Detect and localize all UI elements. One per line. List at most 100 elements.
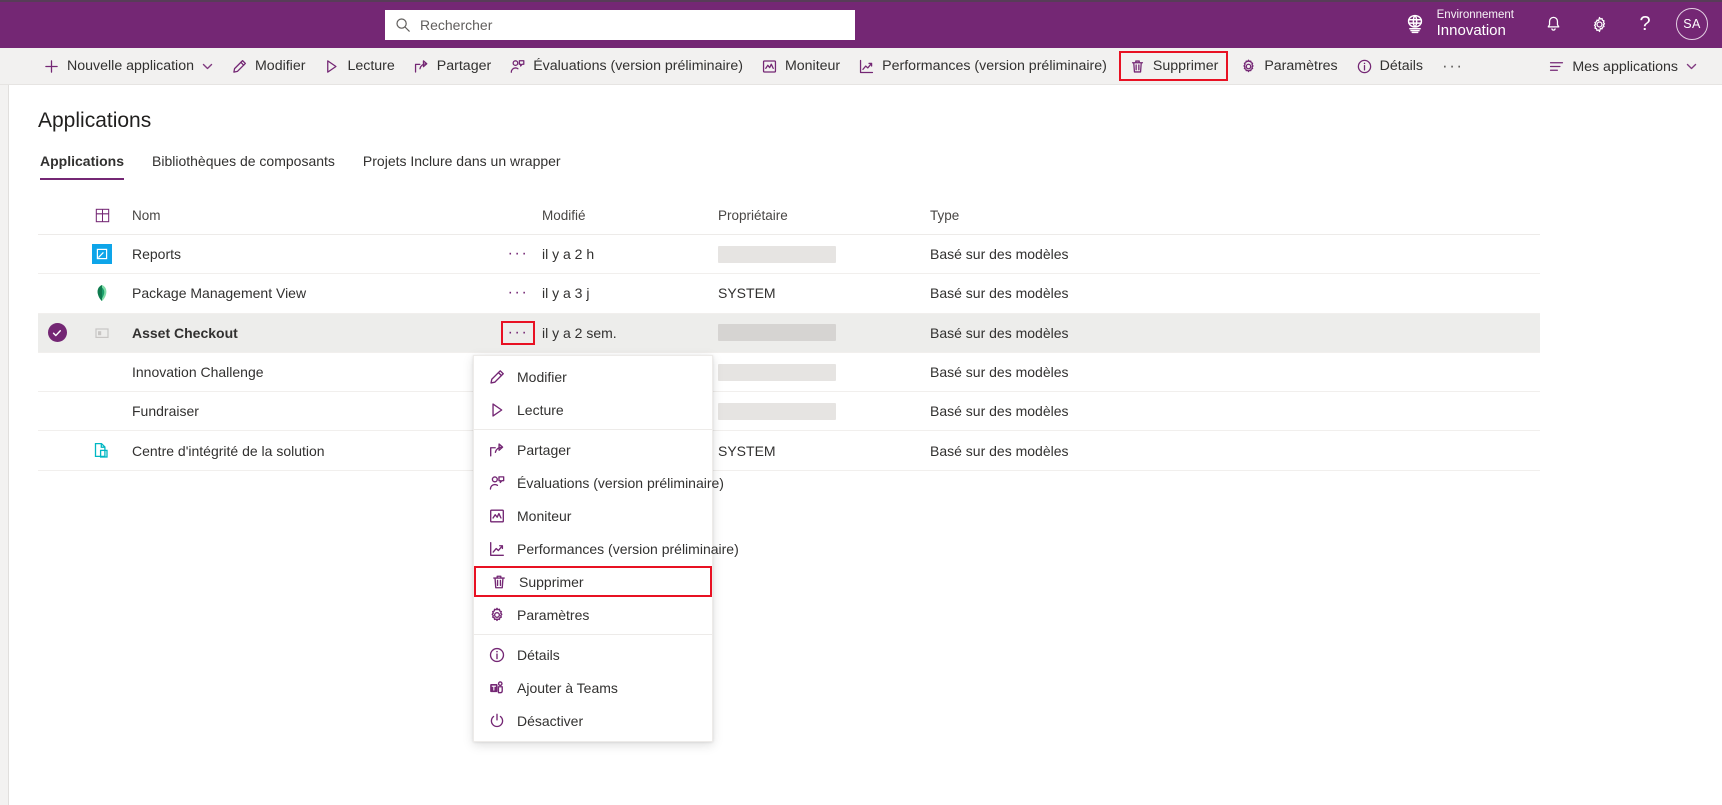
command-nouvelle-application[interactable]: Nouvelle application: [34, 48, 222, 85]
chevron-down-icon: [202, 63, 213, 69]
table-row[interactable]: Centre d'intégrité de la solution SYSTEM…: [38, 431, 1540, 471]
search-input[interactable]: [420, 10, 845, 40]
row-name[interactable]: Package Management View: [128, 285, 494, 301]
owner-redacted-block: [718, 324, 836, 342]
avatar[interactable]: SA: [1676, 8, 1708, 40]
row-name[interactable]: Fundraiser: [128, 403, 494, 419]
command-mes-applications[interactable]: Mes applications: [1539, 48, 1706, 85]
row-owner: [718, 402, 930, 420]
column-header-nom[interactable]: Nom: [128, 208, 494, 223]
trend-chart-icon: [860, 59, 874, 73]
context-menu-item-supprimer[interactable]: Supprimer: [474, 566, 712, 597]
row-type: Basé sur des modèles: [930, 285, 1069, 302]
context-menu-label: Paramètres: [517, 606, 590, 623]
command-modifier[interactable]: Modifier: [222, 48, 314, 85]
gear-icon: [1593, 16, 1605, 32]
context-menu-label: Détails: [517, 646, 560, 663]
app-outline-icon: [95, 328, 109, 338]
context-menu-item-desactiver[interactable]: Désactiver: [474, 704, 712, 737]
command-bar-right: Mes applications: [1539, 48, 1706, 85]
tab-label: Applications: [40, 153, 125, 169]
row-type: Basé sur des modèles: [930, 442, 1069, 459]
info-icon: [1357, 59, 1371, 73]
question-mark-icon: ?: [1639, 13, 1651, 35]
environment-switcher[interactable]: Environnement Innovation: [1404, 0, 1514, 48]
share-icon: [414, 59, 428, 73]
context-menu-item-performances[interactable]: Performances (version préliminaire): [474, 532, 739, 565]
more-actions-highlight-box[interactable]: ···: [501, 320, 535, 345]
environment-label: Environnement: [1436, 8, 1514, 21]
tab-label: Projets Inclure dans un wrapper: [362, 153, 561, 169]
app-doc-copy-icon: [94, 442, 108, 458]
table-row[interactable]: Reports ··· il y a 2 h Basé sur des modè…: [38, 235, 1540, 275]
teams-icon: [490, 680, 503, 693]
command-supprimer[interactable]: Supprimer: [1118, 51, 1229, 81]
tab-projets-inclure-dans-un-wrapper[interactable]: Projets Inclure dans un wrapper: [349, 153, 575, 180]
row-owner: [718, 363, 930, 381]
notifications-button[interactable]: [1530, 0, 1576, 48]
row-type: Basé sur des modèles: [930, 403, 1069, 420]
pencil-icon: [233, 59, 246, 73]
command-parametres[interactable]: Paramètres: [1231, 48, 1346, 85]
info-icon: [489, 647, 505, 662]
command-partager[interactable]: Partager: [404, 48, 500, 85]
context-menu-item-partager[interactable]: Partager: [474, 433, 712, 466]
app-green-leaf-icon: [97, 285, 107, 302]
column-header-type[interactable]: Type: [930, 208, 1230, 223]
tab-bibliotheques-de-composants[interactable]: Bibliothèques de composants: [138, 153, 349, 180]
app-blue-icon: [92, 244, 112, 265]
table-row[interactable]: Fundraiser Basé sur des modèles: [38, 392, 1540, 432]
command-lecture[interactable]: Lecture: [314, 48, 403, 85]
command-moniteur[interactable]: Moniteur: [752, 48, 849, 85]
context-menu-item-modifier[interactable]: Modifier: [474, 360, 712, 393]
row-name[interactable]: Innovation Challenge: [128, 364, 494, 380]
search-icon: [396, 18, 410, 32]
owner-redacted-block: [718, 363, 836, 381]
row-more-actions-button-active[interactable]: ···: [494, 320, 542, 345]
grid-columns-icon: [95, 208, 109, 223]
global-search[interactable]: [385, 10, 855, 40]
context-menu-item-lecture[interactable]: Lecture: [474, 393, 712, 426]
row-name[interactable]: Centre d'intégrité de la solution: [128, 443, 494, 459]
avatar-initials: SA: [1683, 17, 1701, 31]
column-header-proprietaire[interactable]: Propriétaire: [718, 208, 930, 223]
trash-icon: [1131, 59, 1143, 73]
owner-redacted-block: [718, 245, 836, 263]
pencil-icon: [490, 369, 504, 384]
context-menu-label: Modifier: [517, 368, 567, 385]
row-name[interactable]: Asset Checkout: [128, 325, 494, 341]
context-menu-separator: [474, 634, 712, 635]
row-checkbox-checked[interactable]: [38, 323, 76, 343]
command-evaluations[interactable]: Évaluations (version préliminaire): [500, 48, 752, 85]
app-page: Environnement Innovation ? SA: [0, 0, 1722, 805]
row-more-actions-button[interactable]: ···: [494, 245, 542, 263]
settings-button[interactable]: [1576, 0, 1622, 48]
context-menu-separator: [474, 429, 712, 430]
tab-applications[interactable]: Applications: [38, 153, 138, 180]
applications-table: Nom Modifié Propriétaire Type Reports ··…: [38, 197, 1540, 471]
command-label: Moniteur: [784, 58, 841, 74]
context-menu-item-evaluations[interactable]: Évaluations (version préliminaire): [474, 466, 724, 499]
command-details[interactable]: Détails: [1347, 48, 1432, 85]
context-menu-item-ajouter-a-teams[interactable]: Ajouter à Teams: [474, 671, 712, 704]
column-header-modifie[interactable]: Modifié: [542, 208, 718, 223]
table-row[interactable]: Innovation Challenge Basé sur des modèle…: [38, 353, 1540, 393]
play-icon: [327, 59, 338, 73]
context-menu-item-parametres[interactable]: Paramètres: [474, 598, 712, 631]
command-label: Lecture: [347, 58, 395, 74]
help-button[interactable]: ?: [1622, 0, 1668, 48]
chevron-down-icon: [1686, 63, 1697, 70]
context-menu-label: Ajouter à Teams: [517, 679, 618, 696]
table-row[interactable]: Package Management View ··· il y a 3 j S…: [38, 274, 1540, 314]
row-name[interactable]: Reports: [128, 246, 494, 262]
command-performances[interactable]: Performances (version préliminaire): [849, 48, 1116, 85]
command-overflow-button[interactable]: ···: [1432, 48, 1473, 85]
column-grid-toggle[interactable]: [76, 208, 128, 223]
context-menu-item-details[interactable]: Détails: [474, 638, 712, 671]
table-row-selected[interactable]: Asset Checkout ··· il y a 2 sem. Basé su…: [38, 313, 1540, 353]
globe-icon: [1407, 14, 1422, 34]
row-more-actions-button[interactable]: ···: [494, 284, 542, 302]
context-menu-item-moniteur[interactable]: Moniteur: [474, 499, 712, 532]
list-filter-icon: [1550, 62, 1564, 71]
command-label: Nouvelle application: [67, 58, 194, 74]
